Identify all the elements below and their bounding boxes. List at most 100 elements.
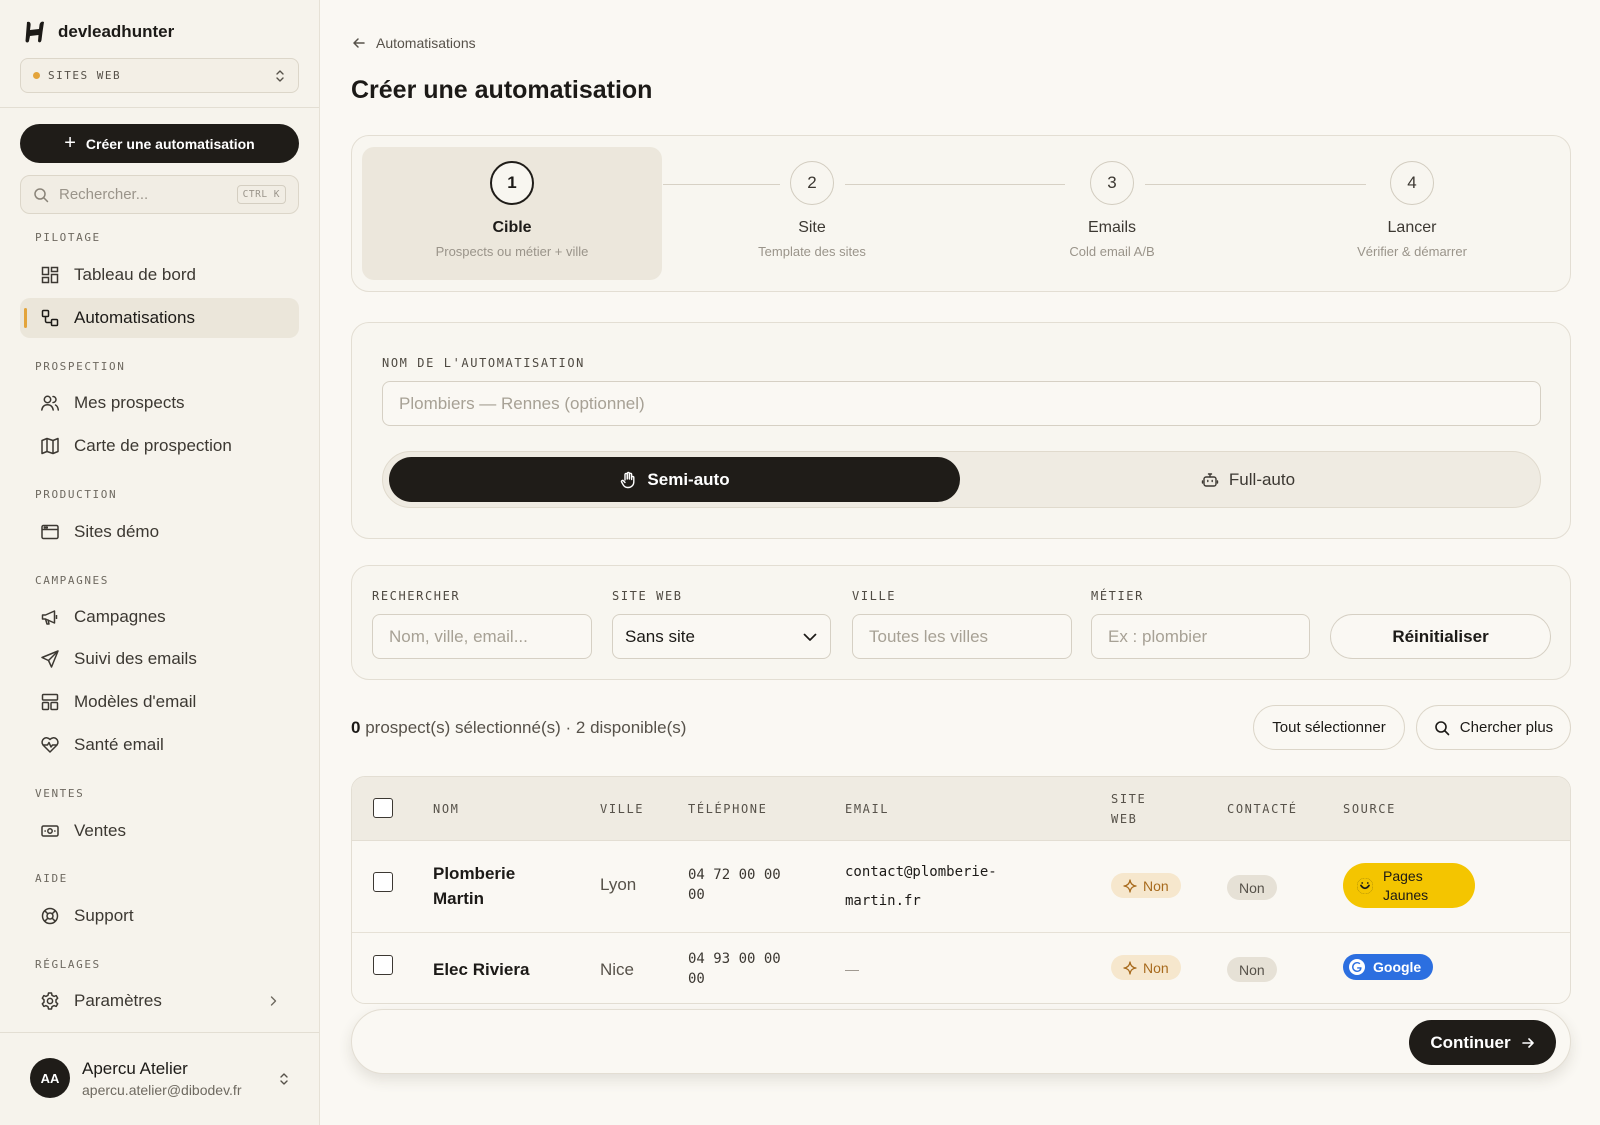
brand[interactable]: devleadhunter xyxy=(24,20,174,44)
table-row[interactable]: Elec Riviera Nice 04 93 00 00 00 — Non N… xyxy=(352,932,1570,1003)
step-2[interactable]: 2 Site Template des sites xyxy=(682,161,942,259)
select-all-button[interactable]: Tout sélectionner xyxy=(1253,705,1405,750)
back-label: Automatisations xyxy=(376,35,476,51)
create-automation-button[interactable]: + Créer une automatisation xyxy=(20,124,299,163)
step-name: Lancer xyxy=(1387,219,1437,236)
robot-icon xyxy=(1201,472,1219,487)
heart-pulse-icon xyxy=(41,737,59,753)
column-header-source: SOURCE xyxy=(1343,802,1396,816)
sidebar-item-label: Santé email xyxy=(74,735,164,754)
source-badge-pages-jaunes: Pages Jaunes xyxy=(1343,863,1475,908)
reset-button[interactable]: Réinitialiser xyxy=(1330,614,1551,659)
source-label: Pages Jaunes xyxy=(1383,867,1428,905)
search-filter-input[interactable]: Nom, ville, email... xyxy=(372,614,592,659)
sidebar-item-settings[interactable]: Paramètres xyxy=(20,981,299,1021)
sidebar-item-map[interactable]: Carte de prospection xyxy=(20,426,299,466)
site-filter-select[interactable]: Sans site xyxy=(612,614,831,659)
source-badge-google: Google xyxy=(1343,954,1434,980)
semi-auto-option[interactable]: Semi-auto xyxy=(389,457,960,502)
city-filter-input[interactable]: Toutes les villes xyxy=(852,614,1072,659)
search-more-button[interactable]: Chercher plus xyxy=(1416,705,1571,750)
continue-label: Continuer xyxy=(1430,1032,1511,1052)
workspace-label: SITES WEB xyxy=(48,69,122,82)
prospect-phone: 04 72 00 00 00 xyxy=(688,865,781,905)
section-title-pilotage: PILOTAGE xyxy=(35,231,101,244)
section-title-campagnes: CAMPAGNES xyxy=(35,574,110,587)
sidebar-search[interactable]: Rechercher... CTRL K xyxy=(20,175,299,214)
step-3[interactable]: 3 Emails Cold email A/B xyxy=(982,161,1242,259)
users-icon xyxy=(41,395,60,411)
google-icon xyxy=(1349,959,1365,975)
sidebar-item-sales[interactable]: Ventes xyxy=(20,811,299,851)
sidebar-item-label: Support xyxy=(74,906,134,925)
prospect-city: Nice xyxy=(600,960,635,979)
prospect-name-line: Martin xyxy=(433,889,484,908)
status-dot xyxy=(33,72,40,79)
full-auto-option[interactable]: Full-auto xyxy=(960,457,1536,502)
prospect-city: Lyon xyxy=(600,875,637,894)
step-number: 3 xyxy=(1090,161,1134,205)
site-status-badge: Non xyxy=(1111,955,1181,980)
step-subtitle: Vérifier & démarrer xyxy=(1357,244,1467,259)
logo-icon xyxy=(25,21,44,43)
phone-line: 00 xyxy=(688,887,705,903)
sidebar: devleadhunter SITES WEB + Créer une auto… xyxy=(0,0,320,1125)
select-value: Sans site xyxy=(625,626,695,646)
section-title-reglages: RÉGLAGES xyxy=(35,958,101,971)
step-4[interactable]: 4 Lancer Vérifier & démarrer xyxy=(1282,161,1542,259)
filters-card: RECHERCHER Nom, ville, email... SITE WEB… xyxy=(351,565,1571,680)
search-filter-label: RECHERCHER xyxy=(372,589,461,603)
back-link[interactable]: Automatisations xyxy=(352,35,476,51)
sidebar-item-label: Ventes xyxy=(74,821,126,840)
select-all-checkbox[interactable] xyxy=(373,798,393,818)
sidebar-item-prospects[interactable]: Mes prospects xyxy=(20,383,299,423)
contacted-badge: Non xyxy=(1227,875,1277,900)
sidebar-item-email-health[interactable]: Santé email xyxy=(20,725,299,765)
sparkle-icon xyxy=(1123,878,1137,893)
user-email: apercu.atelier@dibodev.fr xyxy=(82,1081,242,1098)
selection-summary: 0 prospect(s) sélectionné(s) · 2 disponi… xyxy=(351,718,686,738)
section-title-production: PRODUCTION xyxy=(35,488,118,501)
search-icon xyxy=(1434,720,1450,735)
automation-name-input[interactable]: Plombiers — Rennes (optionnel) xyxy=(382,381,1541,426)
prospect-name: Elec Riviera xyxy=(433,960,530,979)
sidebar-item-label: Paramètres xyxy=(74,991,162,1010)
row-checkbox[interactable] xyxy=(373,955,393,975)
user-menu[interactable]: AA Apercu Atelier apercu.atelier@dibodev… xyxy=(30,1058,290,1098)
sidebar-item-campaigns[interactable]: Campagnes xyxy=(20,597,299,637)
plus-icon: + xyxy=(64,131,76,154)
step-name: Cible xyxy=(492,219,532,236)
step-name: Site xyxy=(798,219,826,236)
source-label-line: Pages xyxy=(1383,867,1423,884)
footer-action-bar: Continuer xyxy=(351,1009,1571,1074)
workspace-select[interactable]: SITES WEB xyxy=(20,58,299,93)
sidebar-item-label: Tableau de bord xyxy=(74,265,196,284)
create-automation-label: Créer une automatisation xyxy=(85,135,255,152)
step-1[interactable]: 1 Cible Prospects ou métier + ville xyxy=(382,161,642,259)
column-header-phone: TÉLÉPHONE xyxy=(688,802,768,816)
user-name: Apercu Atelier xyxy=(82,1058,188,1078)
sidebar-item-label: Automatisations xyxy=(74,308,195,327)
full-auto-label: Full-auto xyxy=(1228,469,1296,489)
row-checkbox[interactable] xyxy=(373,872,393,892)
sidebar-item-demo-sites[interactable]: Sites démo xyxy=(20,512,299,552)
sidebar-item-email-templates[interactable]: Modèles d'email xyxy=(20,682,299,722)
sidebar-item-support[interactable]: Support xyxy=(20,896,299,936)
trade-filter-input[interactable]: Ex : plombier xyxy=(1091,614,1310,659)
continue-button[interactable]: Continuer xyxy=(1409,1020,1556,1065)
sidebar-item-label: Suivi des emails xyxy=(74,649,197,668)
chevron-up-down-icon xyxy=(276,69,284,82)
sidebar-item-email-tracking[interactable]: Suivi des emails xyxy=(20,639,299,679)
search-placeholder: Rechercher... xyxy=(59,186,149,203)
stepper: 1 Cible Prospects ou métier + ville 2 Si… xyxy=(351,135,1571,292)
input-placeholder: Toutes les villes xyxy=(869,626,989,646)
sidebar-item-dashboard[interactable]: Tableau de bord xyxy=(20,255,299,295)
table-header: NOM VILLE TÉLÉPHONE EMAIL SITE WEB CONTA… xyxy=(352,777,1570,841)
sidebar-item-automations[interactable]: Automatisations xyxy=(20,298,299,338)
site-status-text: Non xyxy=(1143,959,1169,976)
semi-auto-label: Semi-auto xyxy=(647,469,730,489)
table-row[interactable]: Plomberie Martin Lyon 04 72 00 00 00 con… xyxy=(352,841,1570,932)
map-icon xyxy=(41,437,59,455)
site-status-badge: Non xyxy=(1111,873,1181,898)
site-filter-label: SITE WEB xyxy=(612,589,683,603)
